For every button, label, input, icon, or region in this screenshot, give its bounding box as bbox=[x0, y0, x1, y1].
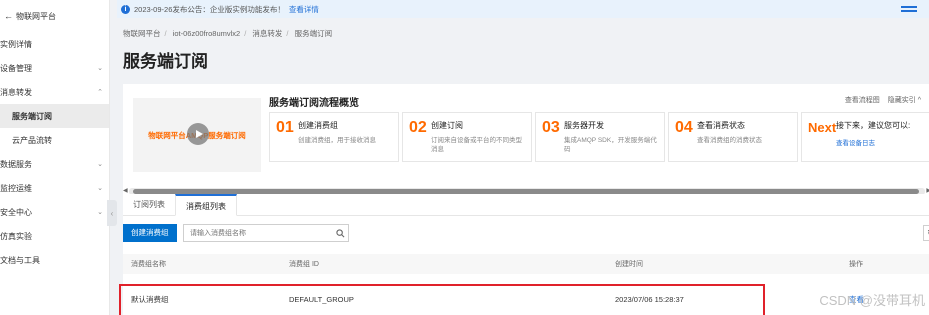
column-header: 创建时间 bbox=[615, 261, 643, 268]
step-title[interactable]: 创建消费组 bbox=[298, 120, 392, 131]
chevron-left-icon: ‹ bbox=[110, 208, 114, 218]
step-desc: 集成AMQP SDK，开发服务端代码 bbox=[564, 137, 657, 153]
toolbar: 创建消费组 ↻ bbox=[123, 224, 929, 244]
overview-title: 服务端订阅流程概览 bbox=[269, 98, 359, 109]
sidebar-item-label: 实例详情 bbox=[0, 39, 32, 49]
tab-consumer-group-list[interactable]: 消费组列表 bbox=[175, 194, 237, 216]
sidebar-collapse-handle[interactable]: ‹ bbox=[107, 200, 117, 226]
sidebar-item-label: 数据服务 bbox=[0, 159, 32, 169]
menu-icon[interactable] bbox=[901, 6, 917, 14]
flow-steps: 01 创建消费组 创建消费组，用于接收消息 02 创建订阅 订阅来自设备或平台的… bbox=[269, 112, 929, 162]
sidebar-item-security-center[interactable]: 安全中心 ⌄ bbox=[0, 200, 109, 224]
consumer-group-id: DEFAULT_GROUP bbox=[289, 294, 354, 304]
hide-overview-link[interactable]: 隐藏实引 ^ bbox=[888, 97, 921, 104]
announcement-text: 2023-09-26发布公告：企业版实例功能发布！ bbox=[134, 4, 285, 14]
sidebar-item-label: 设备管理 bbox=[0, 63, 32, 73]
flow-step: 03 服务器开发 集成AMQP SDK，开发服务端代码 bbox=[535, 112, 665, 162]
breadcrumb-item[interactable]: iot-06z00fro8umvlx2 bbox=[173, 29, 241, 38]
chevron-down-icon: ⌄ bbox=[97, 161, 103, 168]
sidebar-item-monitoring[interactable]: 监控运维 ⌄ bbox=[0, 176, 109, 200]
view-flowchart-link[interactable]: 查看流程图 bbox=[845, 97, 880, 104]
tab-subscription-list[interactable]: 订阅列表 bbox=[123, 194, 175, 216]
sidebar: ← 物联网平台 实例详情 设备管理 ⌄ 消息转发 ⌃ 服务端订阅 云产品流转 数… bbox=[0, 0, 110, 315]
sidebar-item-label: 仿真实验 bbox=[0, 231, 32, 241]
play-icon[interactable] bbox=[187, 123, 209, 145]
breadcrumb-item: 服务端订阅 bbox=[294, 29, 333, 38]
intro-video[interactable]: 物联网平台AMQP服务端订阅 bbox=[133, 98, 261, 172]
page-title: 服务端订阅 bbox=[123, 52, 208, 71]
sidebar-item-cloud-product-flow[interactable]: 云产品流转 bbox=[0, 128, 109, 152]
flow-step: 02 创建订阅 订阅来自设备或平台的不同类型消息 bbox=[402, 112, 532, 162]
table-row: 默认消费组 DEFAULT_GROUP 2023/07/06 15:28:37 … bbox=[119, 284, 929, 315]
step-number: 03 bbox=[542, 119, 560, 136]
step-title[interactable]: 创建订阅 bbox=[431, 120, 525, 131]
sidebar-item-label: 监控运维 bbox=[0, 183, 32, 193]
scroll-left-icon[interactable]: ◀ bbox=[123, 187, 128, 194]
refresh-icon[interactable]: ↻ bbox=[923, 225, 929, 241]
step-title[interactable]: 查看消费状态 bbox=[697, 120, 791, 131]
table-header: 消费组名称 消费组 ID 创建时间 操作 bbox=[123, 254, 929, 274]
step-number: 04 bbox=[675, 119, 693, 136]
sidebar-item-message-forwarding[interactable]: 消息转发 ⌃ bbox=[0, 80, 109, 104]
flow-step: 04 查看消费状态 查看消费组的消费状态 bbox=[668, 112, 798, 162]
sidebar-back[interactable]: ← 物联网平台 bbox=[0, 0, 109, 32]
flow-overview-card: 物联网平台AMQP服务端订阅 服务端订阅流程概览 查看流程图 隐藏实引 ^ 01… bbox=[123, 84, 929, 202]
sidebar-item-label: 消息转发 bbox=[0, 87, 32, 97]
chevron-down-icon: ⌄ bbox=[97, 65, 103, 72]
list-panel: 订阅列表 消费组列表 创建消费组 ↻ 消费组名称 消费组 ID 创建时间 操作 … bbox=[119, 194, 929, 315]
step-title[interactable]: 服务器开发 bbox=[564, 120, 658, 131]
sidebar-item-instance-details[interactable]: 实例详情 bbox=[0, 32, 109, 56]
column-header: 消费组 ID bbox=[289, 261, 319, 268]
step-desc: 创建消费组，用于接收消息 bbox=[298, 137, 376, 144]
sidebar-item-data-service[interactable]: 数据服务 ⌄ bbox=[0, 152, 109, 176]
sidebar-back-label: 物联网平台 bbox=[16, 11, 56, 21]
breadcrumb-item[interactable]: 物联网平台 bbox=[123, 29, 161, 38]
flow-step: 01 创建消费组 创建消费组，用于接收消息 bbox=[269, 112, 399, 162]
consumer-group-name: 默认消费组 bbox=[131, 294, 169, 304]
breadcrumb: 物联网平台 / iot-06z00fro8umvlx2/ 消息转发 / 服务端订阅 bbox=[123, 29, 333, 38]
step-number: Next bbox=[808, 120, 837, 135]
sidebar-item-label: 云产品流转 bbox=[12, 135, 52, 145]
sidebar-item-device-management[interactable]: 设备管理 ⌄ bbox=[0, 56, 109, 80]
chevron-up-icon: ⌃ bbox=[97, 89, 103, 96]
sidebar-item-simulation[interactable]: 仿真实验 bbox=[0, 224, 109, 248]
overview-actions: 查看流程图 隐藏实引 ^ bbox=[839, 95, 921, 105]
chevron-down-icon: ⌄ bbox=[97, 185, 103, 192]
flow-step-next: Next 接下来，建议您可以: 查看设备日志 bbox=[801, 112, 929, 162]
sidebar-item-server-subscription[interactable]: 服务端订阅 bbox=[0, 104, 109, 128]
search-icon[interactable] bbox=[332, 225, 348, 241]
sidebar-item-label: 安全中心 bbox=[0, 207, 32, 217]
step-title: 接下来，建议您可以: bbox=[836, 121, 911, 130]
search-input[interactable] bbox=[184, 225, 332, 241]
breadcrumb-item[interactable]: 消息转发 bbox=[252, 29, 282, 38]
column-header: 操作 bbox=[849, 261, 863, 268]
step-desc: 订阅来自设备或平台的不同类型消息 bbox=[431, 137, 522, 153]
sidebar-item-label: 文档与工具 bbox=[0, 255, 40, 265]
watermark: CSDN @没带耳机 bbox=[819, 293, 925, 308]
step-desc: 查看消费组的消费状态 bbox=[697, 137, 762, 144]
step-number: 01 bbox=[276, 119, 294, 136]
info-icon: i bbox=[121, 4, 130, 14]
announcement-link[interactable]: 查看详情 bbox=[289, 4, 319, 15]
created-time: 2023/07/06 15:28:37 bbox=[615, 294, 684, 304]
back-arrow-icon[interactable]: ← bbox=[4, 11, 13, 21]
create-consumer-group-button[interactable]: 创建消费组 bbox=[123, 224, 177, 242]
step-number: 02 bbox=[409, 119, 427, 136]
sidebar-item-label: 服务端订阅 bbox=[12, 111, 52, 121]
chevron-down-icon: ⌄ bbox=[97, 209, 103, 216]
column-header: 消费组名称 bbox=[131, 261, 166, 268]
sidebar-item-docs-tools[interactable]: 文档与工具 bbox=[0, 248, 109, 272]
search-box bbox=[183, 224, 349, 242]
main-content: 物联网平台 / iot-06z00fro8umvlx2/ 消息转发 / 服务端订阅 … bbox=[117, 18, 929, 315]
announcement-bar: i 2023-09-26发布公告：企业版实例功能发布！ 查看详情 bbox=[117, 0, 929, 18]
tab-bar: 订阅列表 消费组列表 bbox=[123, 194, 929, 216]
view-device-log-link[interactable]: 查看设备日志 bbox=[836, 139, 924, 148]
